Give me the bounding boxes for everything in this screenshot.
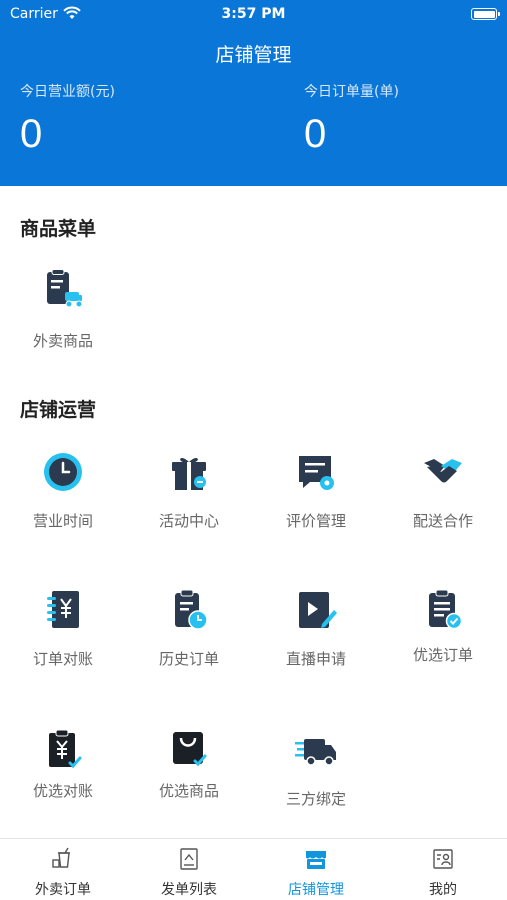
- tile-label: 优选商品: [158, 782, 219, 800]
- tile-takeout-goods[interactable]: 外卖商品: [0, 268, 126, 350]
- clipboard-clock-icon: [175, 589, 208, 630]
- store-icon: [306, 851, 326, 869]
- tab-label: 我的: [429, 882, 457, 898]
- clipboard-check-icon: [429, 589, 463, 630]
- tile-label: 配送合作: [412, 512, 473, 530]
- tile-business-hours[interactable]: 营业时间: [0, 450, 126, 530]
- status-bar: Carrier 3:57 PM: [0, 0, 507, 30]
- tile-label: 订单对账: [32, 650, 93, 668]
- tile-delivery-partner[interactable]: 配送合作: [380, 450, 506, 530]
- section-title-menu: 商品菜单: [20, 218, 97, 240]
- tile-label: 三方绑定: [285, 790, 346, 808]
- tile-order-history[interactable]: 历史订单: [126, 588, 252, 668]
- tile-preferred-orders[interactable]: 优选订单: [380, 588, 506, 664]
- tab-send-list[interactable]: 发单列表: [126, 839, 252, 900]
- page-title: 店铺管理: [215, 44, 292, 66]
- section-title-operations: 店铺运营: [20, 399, 97, 421]
- tile-label: 优选订单: [412, 646, 473, 664]
- tab-label: 外卖订单: [35, 882, 91, 898]
- tile-review-management[interactable]: 评价管理: [253, 450, 379, 530]
- profile-card-icon: [433, 849, 453, 869]
- yuan-clipboard-icon: [49, 729, 82, 769]
- takeout-goods-icon: [47, 269, 83, 308]
- review-icon: [299, 456, 334, 490]
- tile-order-reconcile[interactable]: 订单对账: [0, 588, 126, 668]
- tile-label: 历史订单: [158, 650, 219, 668]
- tile-label: 评价管理: [285, 512, 346, 530]
- tile-label: 优选对账: [32, 782, 93, 800]
- tab-label: 发单列表: [161, 882, 217, 898]
- today-revenue-label: 今日营业额(元): [20, 84, 115, 100]
- battery-icon: [471, 8, 500, 20]
- tile-label: 外卖商品: [32, 332, 93, 350]
- tab-store-management[interactable]: 店铺管理: [253, 839, 379, 900]
- handshake-icon: [424, 459, 462, 483]
- send-list-icon: [180, 848, 198, 870]
- clock-time: 3:57 PM: [221, 6, 286, 22]
- header: Carrier 3:57 PM 店铺管理 今日营业额(元) 0 今日订单量(单)…: [0, 0, 507, 186]
- today-orders-label: 今日订单量(单): [304, 84, 399, 100]
- tab-takeout-orders[interactable]: 外卖订单: [0, 839, 126, 900]
- tab-label: 店铺管理: [288, 882, 344, 898]
- tab-bar: 外卖订单 发单列表 店铺管理 我的: [0, 838, 507, 900]
- tile-third-party-binding[interactable]: 三方绑定: [253, 728, 379, 808]
- takeout-cup-icon: [52, 847, 70, 868]
- gift-icon: [172, 457, 206, 490]
- delivery-truck-icon: [295, 739, 336, 766]
- tile-live-apply[interactable]: 直播申请: [253, 588, 379, 668]
- today-revenue-value: 0: [20, 112, 43, 156]
- tile-preferred-goods[interactable]: 优选商品: [126, 728, 252, 800]
- clock-icon: [44, 453, 82, 491]
- video-edit-icon: [299, 592, 337, 628]
- tab-mine[interactable]: 我的: [380, 839, 506, 900]
- tile-preferred-reconcile[interactable]: 优选对账: [0, 728, 126, 800]
- tile-activity-center[interactable]: 活动中心: [126, 450, 252, 530]
- tile-label: 营业时间: [32, 512, 93, 530]
- today-orders-value: 0: [304, 112, 327, 156]
- tile-label: 直播申请: [285, 650, 346, 668]
- tile-label: 活动中心: [158, 512, 219, 530]
- shopping-bag-icon: [173, 732, 207, 767]
- yuan-notebook-icon: [47, 591, 79, 628]
